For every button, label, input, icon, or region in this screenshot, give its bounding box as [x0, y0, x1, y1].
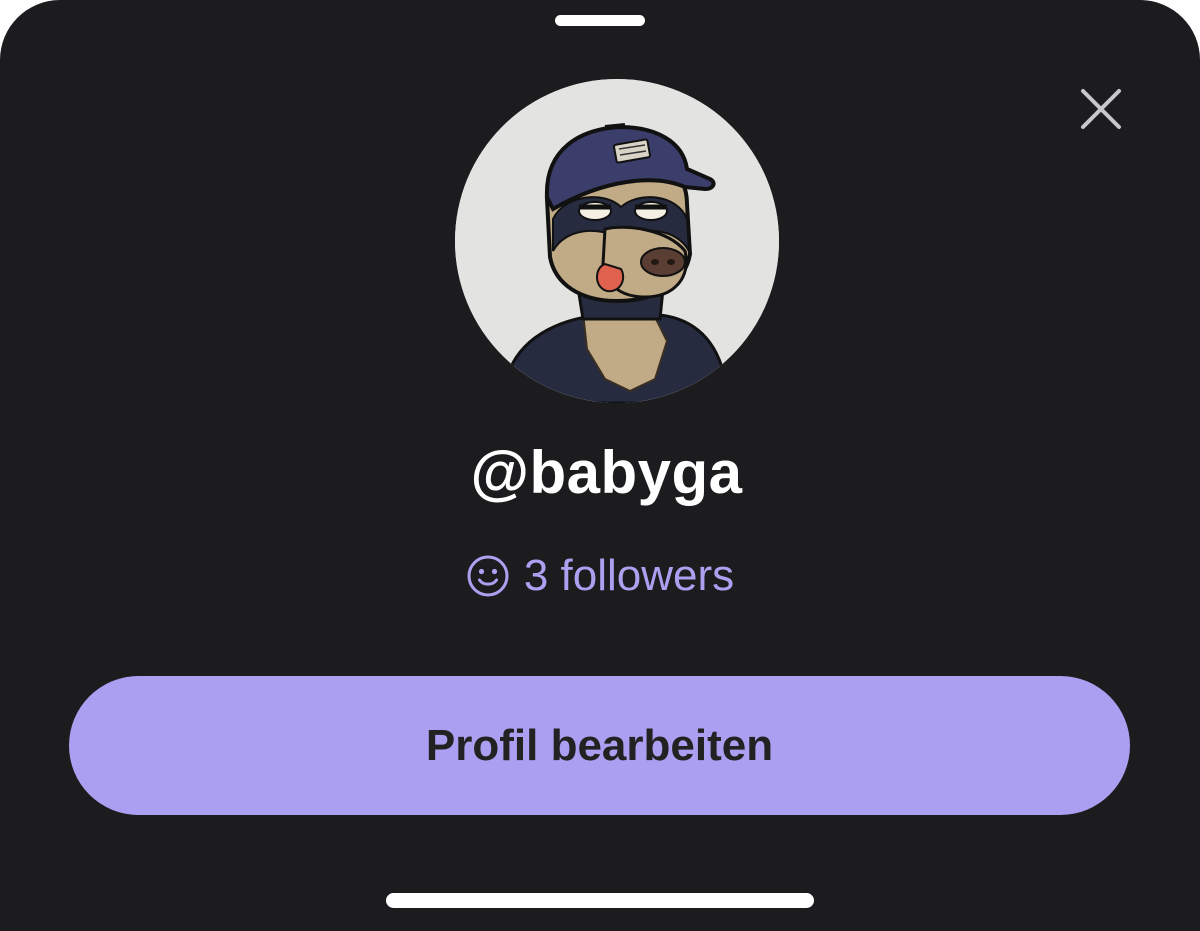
edit-profile-label: Profil bearbeiten — [425, 720, 774, 770]
close-button[interactable] — [1072, 80, 1130, 138]
avatar[interactable] — [455, 79, 779, 403]
edit-profile-button[interactable]: Profil bearbeiten — [69, 676, 1130, 815]
sheet-grabber-handle[interactable] — [555, 15, 645, 26]
followers-link[interactable]: 3 followers — [0, 548, 1200, 604]
profile-sheet: @babyga 3 followers Profil bearbeiten — [0, 0, 1200, 931]
smiley-icon — [467, 555, 509, 597]
home-indicator — [386, 893, 814, 908]
close-icon — [1081, 89, 1121, 129]
followers-count-label: 3 followers — [523, 551, 735, 600]
username: @babyga — [470, 439, 743, 506]
ape-avatar-illustration — [455, 79, 779, 403]
